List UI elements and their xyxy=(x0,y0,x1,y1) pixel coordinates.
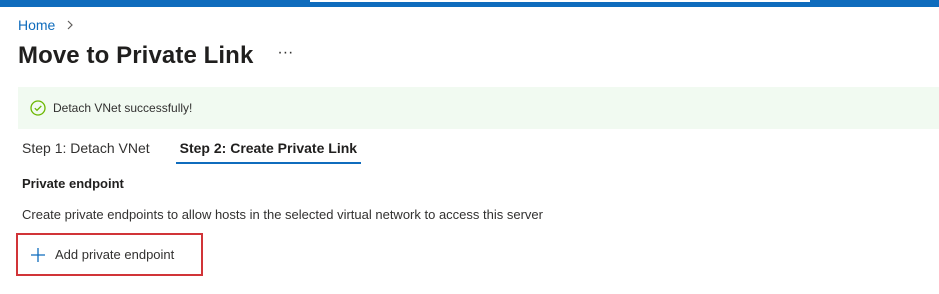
top-navigation-bar xyxy=(0,0,939,7)
success-banner: Detach VNet successfully! xyxy=(18,87,939,129)
breadcrumb-home-link[interactable]: Home xyxy=(18,17,55,33)
global-search-box[interactable] xyxy=(310,0,810,2)
add-private-endpoint-label: Add private endpoint xyxy=(55,247,175,262)
breadcrumb: Home xyxy=(18,17,76,33)
section-heading-private-endpoint: Private endpoint xyxy=(22,176,124,191)
chevron-right-icon xyxy=(64,19,76,31)
section-description: Create private endpoints to allow hosts … xyxy=(22,207,543,222)
page-header: Move to Private Link ··· xyxy=(18,42,293,70)
check-circle-icon xyxy=(30,100,46,116)
more-actions-button[interactable]: ··· xyxy=(277,45,293,67)
step-tabs: Step 1: Detach VNet Step 2: Create Priva… xyxy=(18,138,362,166)
page-title: Move to Private Link xyxy=(18,42,254,69)
tab-step-2-create-private-link[interactable]: Step 2: Create Private Link xyxy=(175,138,362,164)
tab-step-1-detach-vnet[interactable]: Step 1: Detach VNet xyxy=(18,138,154,164)
add-private-endpoint-button[interactable]: Add private endpoint xyxy=(16,233,203,276)
plus-icon xyxy=(30,247,46,263)
success-message: Detach VNet successfully! xyxy=(53,101,193,115)
